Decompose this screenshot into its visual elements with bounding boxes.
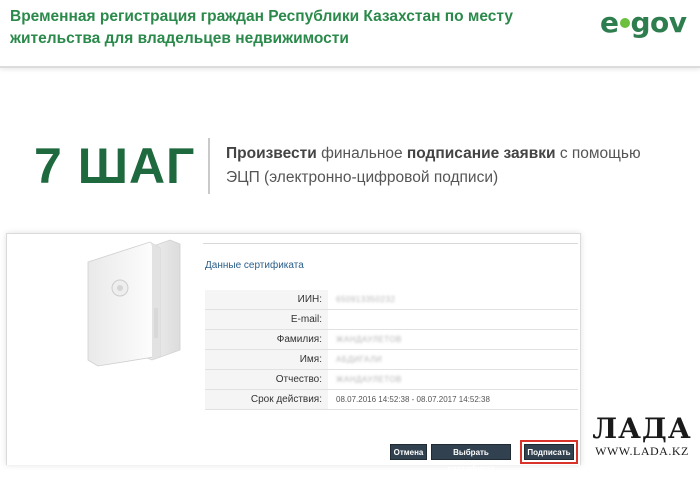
page-header: Временная регистрация граждан Республики… — [0, 0, 700, 68]
step-number: 7 ШАГ — [34, 138, 196, 194]
step-divider — [208, 138, 210, 194]
table-row-iin: ИИН: 650913350232 — [205, 290, 578, 310]
watermark-big: ЛАДА — [592, 412, 692, 445]
choose-certificate-button[interactable]: Выбрать сертификат — [431, 444, 511, 473]
step-desc-text-1: финальное — [316, 145, 407, 162]
logo-dot-icon — [619, 18, 630, 28]
watermark-url: WWW.LADA.KZ — [595, 444, 689, 458]
email-value — [328, 310, 336, 329]
table-row-surname: Фамилия: ЖАНДАУЛЕТОВ — [205, 330, 578, 350]
name-label: Имя: — [205, 350, 328, 369]
sign-button[interactable]: Подписать — [524, 444, 574, 460]
logo-e: e — [600, 6, 619, 39]
lada-watermark: ЛАДА WWW.LADA.KZ — [587, 412, 697, 459]
name-value: АБДИГАЛИ — [336, 355, 383, 364]
email-label: E-mail: — [205, 310, 328, 329]
table-row-name: Имя: АБДИГАЛИ — [205, 350, 578, 370]
step-desc-text-2: с помощью — [555, 145, 641, 162]
step-description: Произвести финальное подписание заявки с… — [226, 142, 666, 190]
panel-divider — [203, 243, 578, 244]
certificate-table: ИИН: 650913350232 E-mail: Фамилия: ЖАНДА… — [205, 290, 578, 410]
certificate-data-title: Данные сертификата — [205, 260, 304, 271]
step-desc-bold-1: Произвести — [226, 145, 317, 162]
patronymic-value: ЖАНДАУЛЕТОВ — [336, 375, 402, 384]
table-row-validity: Срок действия: 08.07.2016 14:52:38 - 08.… — [205, 390, 578, 410]
cancel-button[interactable]: Отмена — [390, 444, 427, 460]
logo-gov: gov — [630, 6, 688, 39]
surname-value: ЖАНДАУЛЕТОВ — [336, 335, 402, 344]
validity-value: 08.07.2016 14:52:38 - 08.07.2017 14:52:3… — [336, 395, 490, 404]
table-row-email: E-mail: — [205, 310, 578, 330]
step-desc-bold-2: подписание заявки — [406, 145, 556, 162]
surname-label: Фамилия: — [205, 330, 328, 349]
binder-icon — [87, 239, 181, 367]
step-desc-line2: ЭЦП (электронно-цифровой подписи) — [226, 169, 499, 186]
patronymic-label: Отчество: — [205, 370, 328, 389]
validity-label: Срок действия: — [205, 390, 328, 409]
egov-logo[interactable]: e gov — [600, 6, 687, 40]
iin-value: 650913350232 — [336, 295, 396, 304]
page-title: Временная регистрация граждан Республики… — [10, 8, 513, 47]
table-row-patronymic: Отчество: ЖАНДАУЛЕТОВ — [205, 370, 578, 390]
iin-label: ИИН: — [205, 290, 328, 309]
